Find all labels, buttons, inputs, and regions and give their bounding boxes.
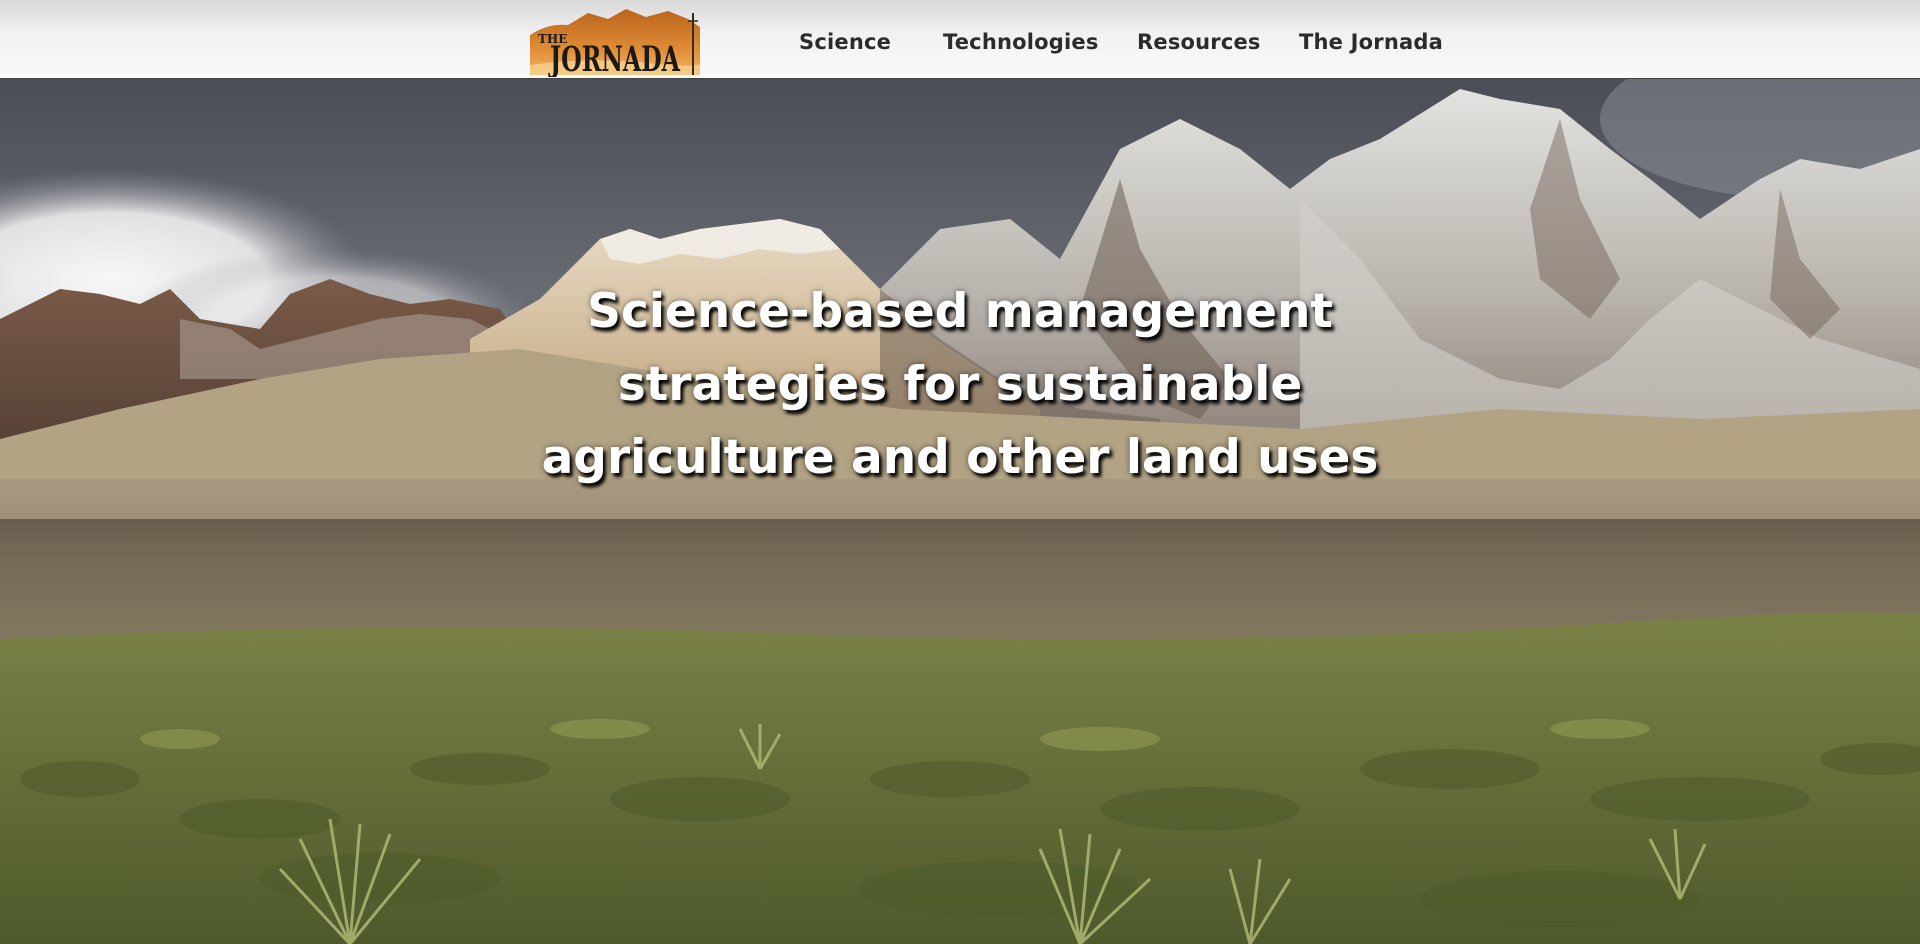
hero-headline-line-2: strategies for sustainable [617, 357, 1303, 412]
hero-banner: Science-based management strategies for … [0, 79, 1920, 944]
hero-headline: Science-based management strategies for … [460, 275, 1460, 494]
nav-the-jornada[interactable]: The Jornada [1299, 30, 1443, 54]
hero-headline-line-1: Science-based management [587, 284, 1333, 339]
jornada-logo-image: THE JORNADA [530, 9, 701, 80]
nav-science[interactable]: Science [799, 30, 891, 54]
jornada-logo[interactable]: THE JORNADA [528, 5, 706, 80]
top-navbar: THE JORNADA Science Technologies Resourc… [0, 0, 1920, 80]
nav-resources[interactable]: Resources [1137, 30, 1261, 54]
nav-technologies[interactable]: Technologies [943, 30, 1099, 54]
svg-text:JORNADA: JORNADA [548, 39, 681, 77]
hero-landscape-image [0, 79, 1920, 944]
hero-headline-line-3: agriculture and other land uses [541, 430, 1379, 485]
